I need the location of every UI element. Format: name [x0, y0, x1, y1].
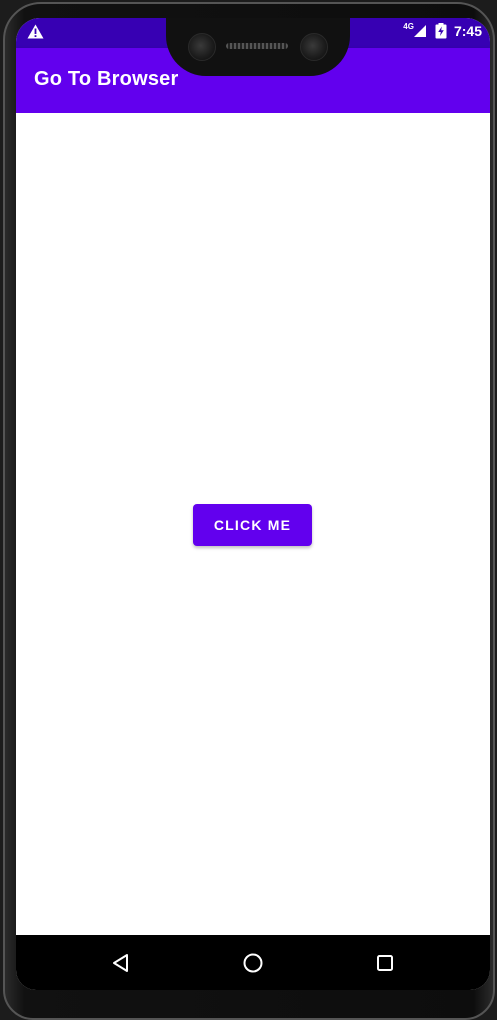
display-notch: [166, 18, 350, 76]
home-circle-icon: [243, 953, 263, 973]
phone-screen: 4G 7:45 Go To Browser CLICK ME: [16, 18, 490, 990]
battery-charging-icon: [435, 23, 447, 39]
cell-signal-icon: [413, 25, 426, 37]
app-title: Go To Browser: [34, 68, 179, 90]
front-camera-left-icon: [188, 33, 216, 61]
nav-recents-button[interactable]: [371, 949, 399, 977]
click-me-button[interactable]: CLICK ME: [193, 504, 312, 546]
network-type-label: 4G: [403, 21, 414, 31]
nav-back-button[interactable]: [107, 949, 135, 977]
back-triangle-icon: [113, 954, 128, 972]
nav-home-button[interactable]: [239, 949, 267, 977]
warning-triangle-icon: [27, 24, 44, 39]
recents-square-icon: [377, 955, 393, 971]
navigation-bar: [16, 935, 490, 990]
status-time: 7:45: [453, 23, 482, 39]
main-content: CLICK ME: [16, 113, 490, 935]
earpiece-speaker-icon: [226, 43, 288, 49]
front-camera-right-icon: [300, 33, 328, 61]
phone-device-frame: 4G 7:45 Go To Browser CLICK ME: [0, 0, 497, 1020]
status-indicators: 4G 7:45: [403, 21, 482, 40]
